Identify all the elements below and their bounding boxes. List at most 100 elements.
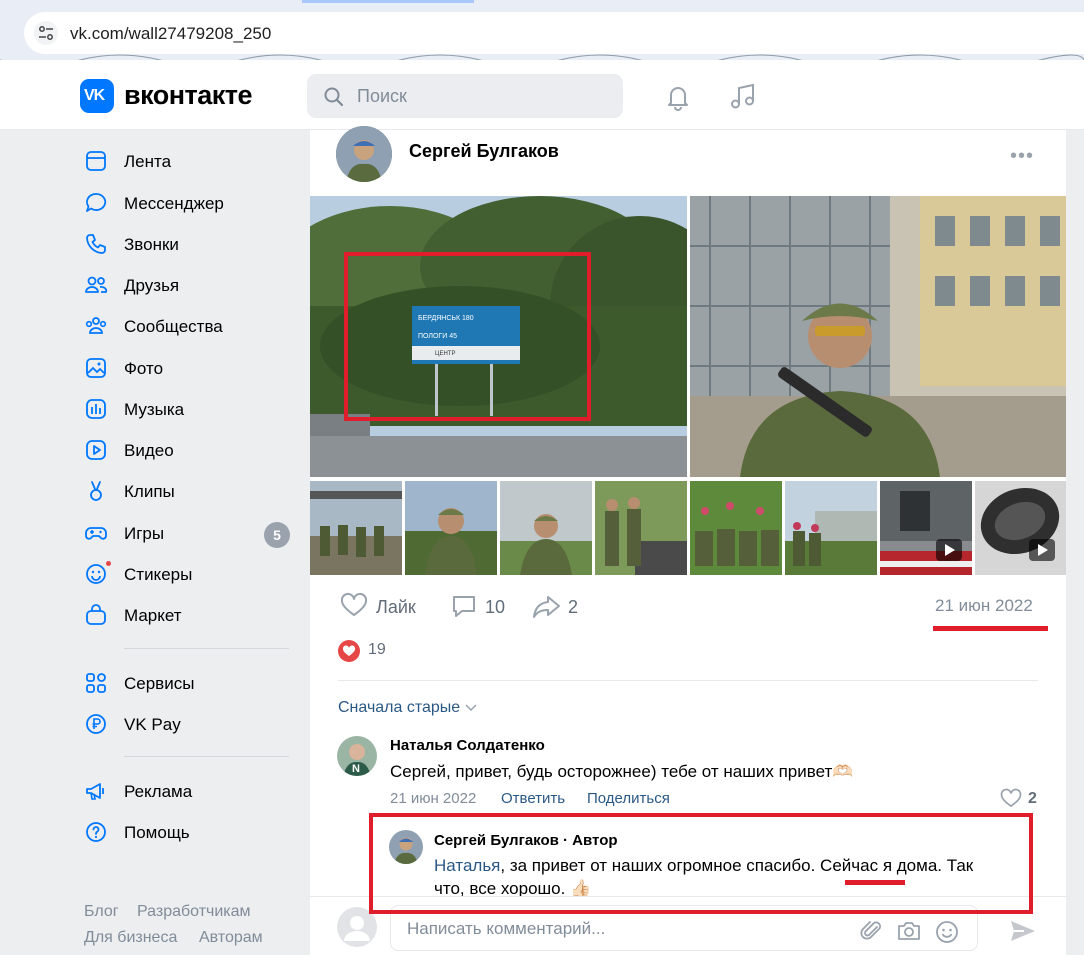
comment-reply-link[interactable]: Ответить [501, 790, 565, 807]
sidebar-item-label: Сервисы [124, 674, 195, 693]
sidebar-item-music[interactable]: Музыка [84, 392, 299, 426]
sidebar-item-video[interactable]: Видео [84, 433, 299, 467]
sidebar-item-help[interactable]: Помощь [84, 815, 299, 849]
sidebar-item-clips[interactable]: Клипы [84, 474, 299, 508]
phone-icon [86, 234, 106, 254]
sidebar-item-photo[interactable]: Фото [84, 351, 299, 385]
reactions-count: 19 [368, 641, 386, 658]
sidebar-item-vkpay[interactable]: VK Pay [84, 707, 299, 741]
sidebar-item-services[interactable]: Сервисы [84, 666, 299, 700]
post-date[interactable]: 21 июн 2022 [935, 596, 1033, 616]
sign-line-3: ЦЕНТР [435, 351, 455, 357]
comments-sort-dropdown[interactable]: Сначала старые [338, 699, 477, 717]
communities-icon [85, 317, 107, 334]
post-thumbnail-3[interactable] [500, 481, 592, 575]
video-icon [86, 440, 106, 460]
music-icon [86, 399, 106, 419]
vk-header: VK вконтакте Поиск [0, 60, 1084, 130]
sidebar-item-calls[interactable]: Звонки [84, 227, 299, 261]
market-icon [86, 604, 106, 625]
comments-button[interactable]: 10 [450, 592, 520, 622]
comment-text: Сергей, привет, будь осторожнее) тебе от… [390, 762, 854, 781]
post-photo-road-sign[interactable]: БЕРДЯНСЬК 180 ПОЛОГИ 45 ЦЕНТР [310, 196, 687, 477]
sidebar-item-communities[interactable]: Сообщества [84, 309, 299, 343]
comments-divider [338, 680, 1038, 681]
vk-logo-text[interactable]: вконтакте [124, 80, 253, 111]
stickers-notification-dot [105, 560, 112, 567]
sidebar-item-label: Помощь [124, 823, 190, 842]
sidebar-item-market[interactable]: Маркет [84, 598, 299, 632]
address-bar[interactable]: vk.com/wall27479208_250 [24, 12, 1084, 54]
post-thumbnail-1[interactable] [310, 481, 402, 575]
sidebar-item-friends[interactable]: Друзья [84, 268, 299, 302]
url-text[interactable]: vk.com/wall27479208_250 [70, 24, 271, 44]
date-annotation-underline [933, 626, 1048, 631]
post-thumbnail-5[interactable] [690, 481, 782, 575]
footer-link-business[interactable]: Для бизнеса [84, 929, 177, 947]
sidebar-divider [124, 756, 289, 757]
post-author-name[interactable]: Сергей Булгаков [409, 141, 559, 162]
vkpay-icon [86, 714, 106, 734]
attach-icon[interactable] [860, 919, 884, 943]
heart-outline-icon [1000, 788, 1022, 808]
sort-label: Сначала старые [338, 699, 461, 716]
sidebar-item-feed[interactable]: Лента [84, 144, 299, 178]
comment-date[interactable]: 21 июн 2022 [390, 790, 476, 807]
post-thumbnail-6[interactable] [785, 481, 877, 575]
sidebar-item-label: Реклама [124, 782, 193, 801]
sidebar-item-label: Лента [124, 152, 172, 171]
feed-icon [86, 151, 106, 171]
browser-toolbar: vk.com/wall27479208_250 [0, 0, 1084, 60]
footer-link-developers[interactable]: Разработчикам [137, 903, 251, 921]
post-more-options-icon[interactable]: ••• [1010, 145, 1034, 168]
friends-icon [85, 276, 108, 293]
sidebar-item-label: Стикеры [124, 565, 193, 584]
sidebar-item-stickers[interactable]: Стикеры [84, 557, 299, 591]
active-tab-indicator [302, 0, 474, 3]
vk-logo[interactable]: VK [80, 79, 114, 113]
post-photo-soldier-factory[interactable] [690, 196, 1066, 477]
sidebar-item-label: Клипы [124, 482, 175, 501]
sidebar-item-ads[interactable]: Реклама [84, 774, 299, 808]
video-play-icon [936, 539, 962, 561]
services-icon [86, 673, 106, 693]
reply-annotation-box [369, 813, 1033, 914]
comments-count: 10 [485, 597, 506, 617]
footer-link-blog[interactable]: Блог [84, 903, 119, 921]
like-button[interactable]: Лайк [340, 592, 430, 622]
comment-like-button[interactable]: 2 [1000, 787, 1050, 811]
clips-icon [90, 481, 102, 501]
sign-line-1: БЕРДЯНСЬК 180 [418, 315, 474, 322]
post-thumbnail-4[interactable] [595, 481, 687, 575]
stickers-icon [86, 564, 106, 584]
notifications-bell-icon[interactable] [663, 82, 693, 112]
sidebar-item-label: Маркет [124, 606, 182, 625]
sidebar-item-label: Мессенджер [124, 194, 224, 213]
camera-icon[interactable] [896, 919, 922, 943]
sidebar-divider [124, 648, 289, 649]
emoji-icon[interactable] [934, 919, 960, 945]
search-input[interactable]: Поиск [307, 74, 623, 118]
share-button[interactable]: 2 [532, 592, 592, 622]
video-play-icon [1029, 539, 1055, 561]
shares-count: 2 [568, 597, 579, 617]
sidebar-item-label: VK Pay [124, 715, 181, 734]
vk-logo-mark: VK [84, 87, 105, 104]
commenter-avatar[interactable]: N [337, 736, 377, 776]
music-player-icon[interactable] [728, 82, 758, 112]
post-thumbnail-7-video[interactable] [880, 481, 972, 575]
sign-line-2: ПОЛОГИ 45 [418, 333, 457, 340]
post-thumbnail-8-video[interactable] [975, 481, 1066, 575]
comment-like-count: 2 [1028, 790, 1037, 807]
sidebar-item-label: Друзья [124, 276, 180, 295]
svg-text:N: N [352, 763, 360, 775]
site-info-icon[interactable] [34, 21, 58, 45]
footer-link-authors[interactable]: Авторам [199, 929, 263, 947]
sidebar-item-messenger[interactable]: Мессенджер [84, 186, 299, 220]
send-icon[interactable] [1008, 917, 1038, 945]
comment-share-link[interactable]: Поделиться [587, 790, 670, 807]
post-thumbnail-2[interactable] [405, 481, 497, 575]
author-avatar[interactable] [336, 126, 392, 182]
comment-author-name[interactable]: Наталья Солдатенко [390, 737, 545, 754]
sidebar-item-games[interactable]: Игры 5 [84, 516, 299, 550]
